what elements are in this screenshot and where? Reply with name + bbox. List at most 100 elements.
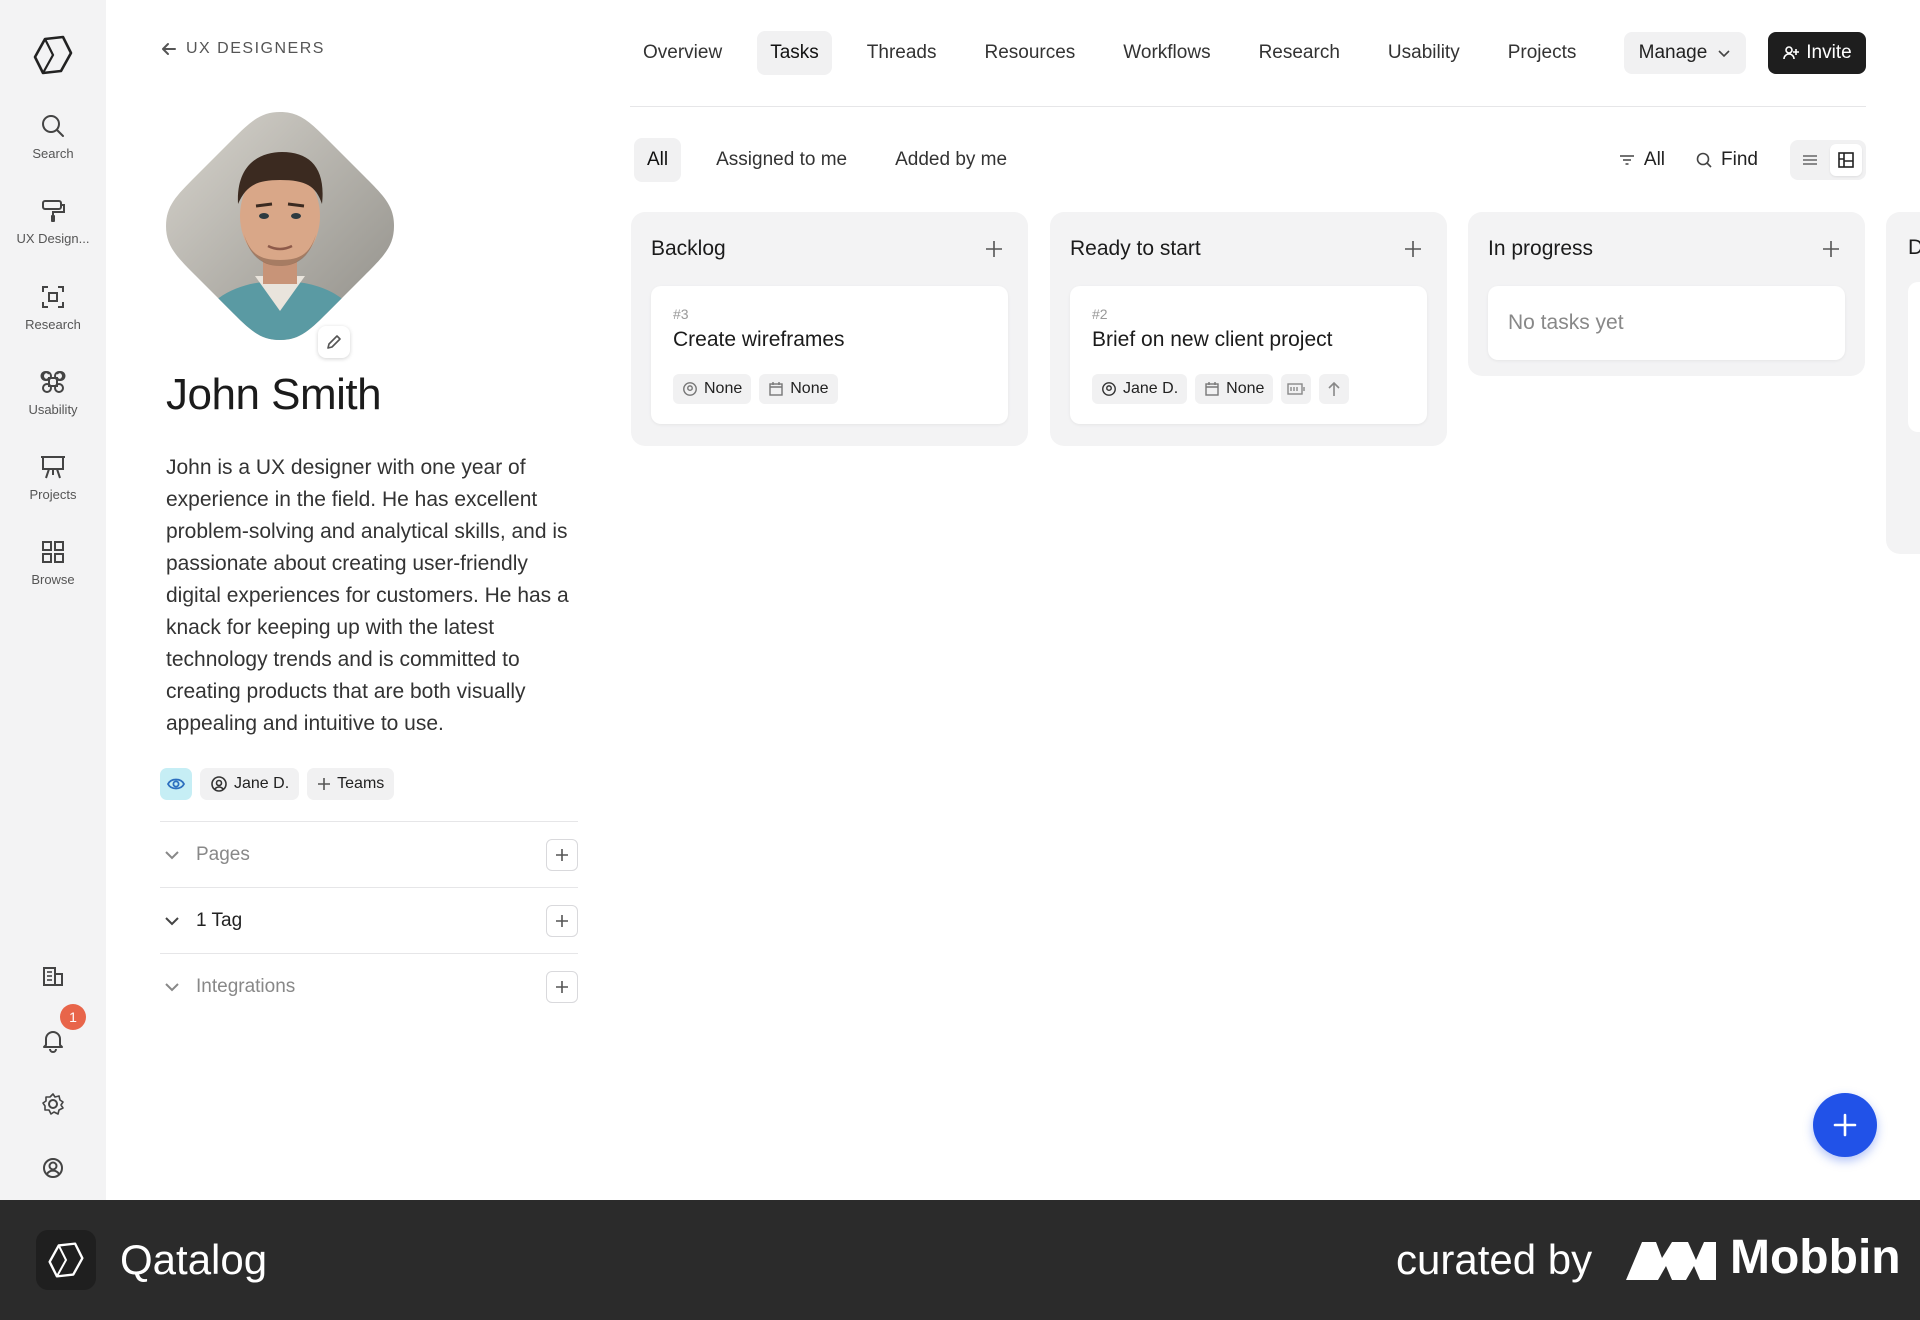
back-link[interactable]: UX DESIGNERS: [160, 40, 325, 58]
list-icon: [1803, 155, 1817, 165]
tab-research[interactable]: Research: [1246, 31, 1353, 75]
rail-item-label: Search: [32, 146, 74, 161]
section-title: Pages: [196, 843, 250, 865]
tab-resources[interactable]: Resources: [971, 31, 1088, 75]
bell-icon: [43, 1031, 63, 1053]
easel-icon: [41, 456, 65, 479]
task-card[interactable]: [1908, 282, 1920, 432]
back-link-label: UX DESIGNERS: [186, 40, 325, 57]
rail-item-projects[interactable]: Projects: [0, 453, 106, 523]
plus-icon: [318, 778, 331, 790]
find-label: Find: [1721, 149, 1758, 170]
section-pages[interactable]: Pages: [160, 821, 578, 887]
rail-item-usability[interactable]: Usability: [0, 368, 106, 438]
plus-icon: [556, 980, 568, 993]
add-task-button[interactable]: [1399, 235, 1427, 263]
filter-label: All: [1643, 149, 1666, 170]
section-tags[interactable]: 1 Tag: [160, 887, 578, 953]
battery-icon: [1287, 383, 1306, 395]
tab-tasks[interactable]: Tasks: [757, 31, 832, 75]
organization-button[interactable]: [0, 956, 106, 996]
qatalog-logo-icon[interactable]: [31, 33, 75, 77]
board-tools: All Find: [1606, 138, 1866, 182]
due-date-chip[interactable]: None: [759, 374, 838, 404]
add-integration-button[interactable]: [546, 970, 578, 1003]
tab-usability[interactable]: Usability: [1375, 31, 1473, 75]
board-view-button[interactable]: [1830, 144, 1862, 176]
task-card[interactable]: #2 Brief on new client project Jane D. N…: [1070, 286, 1427, 424]
column-title: Backlog: [651, 237, 726, 260]
notifications-button[interactable]: 1: [0, 1004, 106, 1060]
assignee-chip[interactable]: Jane D.: [1092, 374, 1188, 404]
section-title: Integrations: [196, 975, 296, 997]
estimate-chip[interactable]: [1281, 374, 1312, 404]
rail-item-ux-designers[interactable]: UX Design...: [0, 197, 106, 267]
edit-avatar-button[interactable]: [318, 326, 350, 358]
visibility-chip[interactable]: [160, 768, 192, 800]
rail-item-label: Research: [25, 317, 81, 332]
rail-item-research[interactable]: Research: [0, 283, 106, 353]
create-task-fab[interactable]: [1813, 1093, 1877, 1157]
task-title: Brief on new client project: [1092, 328, 1333, 351]
add-tag-button[interactable]: [546, 904, 578, 937]
command-icon: [40, 371, 66, 393]
owner-chip[interactable]: Jane D.: [200, 768, 300, 800]
pencil-icon: [327, 335, 341, 349]
task-title: Create wireframes: [673, 328, 845, 351]
add-task-button[interactable]: [1817, 235, 1845, 263]
due-date-label: None: [790, 380, 829, 397]
task-card[interactable]: #3 Create wireframes None None: [651, 286, 1008, 424]
rail-item-browse[interactable]: Browse: [0, 538, 106, 608]
tab-overview[interactable]: Overview: [630, 31, 735, 75]
user-circle-icon: [211, 776, 227, 792]
add-page-button[interactable]: [546, 838, 578, 871]
due-date-label: None: [1226, 380, 1265, 397]
profile-bio: John is a UX designer with one year of e…: [166, 456, 569, 735]
calendar-icon: [769, 382, 783, 396]
empty-column-message: No tasks yet: [1488, 286, 1845, 360]
user-account-button[interactable]: [0, 1148, 106, 1188]
manage-dropdown[interactable]: Manage: [1624, 32, 1746, 74]
find-button[interactable]: Find: [1683, 138, 1770, 182]
task-number: #3: [673, 306, 689, 322]
view-toggle: [1790, 140, 1866, 180]
rail-item-search[interactable]: Search: [0, 112, 106, 182]
profile-name: John Smith: [166, 370, 382, 419]
grid-icon: [42, 541, 64, 563]
gear-icon: [42, 1093, 64, 1115]
add-teams-chip[interactable]: Teams: [307, 768, 395, 800]
column-title: In progress: [1488, 237, 1594, 260]
priority-chip[interactable]: [1319, 374, 1350, 404]
due-date-chip[interactable]: None: [1195, 374, 1274, 404]
filter-button[interactable]: All: [1606, 138, 1677, 182]
chevron-down-icon: [165, 982, 179, 991]
plus-icon: [1823, 241, 1839, 257]
qatalog-logo-icon: [36, 1230, 96, 1290]
column-backlog: Backlog #3 Create wireframes None None: [631, 212, 1028, 446]
filter-tab-assigned-to-me[interactable]: Assigned to me: [703, 138, 860, 182]
tab-workflows[interactable]: Workflows: [1110, 31, 1223, 75]
filter-tab-all[interactable]: All: [634, 138, 682, 182]
settings-button[interactable]: [0, 1084, 106, 1124]
owner-chip-label: Jane D.: [234, 775, 290, 792]
chevron-down-icon: [1718, 50, 1730, 58]
chevron-down-icon: [165, 916, 179, 925]
search-icon: [1696, 152, 1712, 168]
filter-tab-added-by-me[interactable]: Added by me: [882, 138, 1020, 182]
left-rail: Search UX Design... Research Usability P…: [0, 0, 106, 1200]
plus-icon: [1405, 241, 1421, 257]
tab-threads[interactable]: Threads: [854, 31, 950, 75]
task-number: #2: [1092, 306, 1108, 322]
user-circle-icon: [683, 382, 697, 396]
manage-label: Manage: [1638, 42, 1708, 63]
footer-app-name: Qatalog: [120, 1236, 268, 1283]
rail-item-label: Projects: [29, 487, 77, 502]
assignee-chip[interactable]: None: [673, 374, 752, 404]
section-integrations[interactable]: Integrations: [160, 953, 578, 1019]
plus-icon: [1833, 1113, 1857, 1137]
tab-projects[interactable]: Projects: [1495, 31, 1590, 75]
task-filter-tabs: All Assigned to me Added by me: [634, 138, 1042, 182]
invite-button[interactable]: Invite: [1768, 32, 1866, 74]
list-view-button[interactable]: [1794, 144, 1826, 176]
add-task-button[interactable]: [980, 235, 1008, 263]
